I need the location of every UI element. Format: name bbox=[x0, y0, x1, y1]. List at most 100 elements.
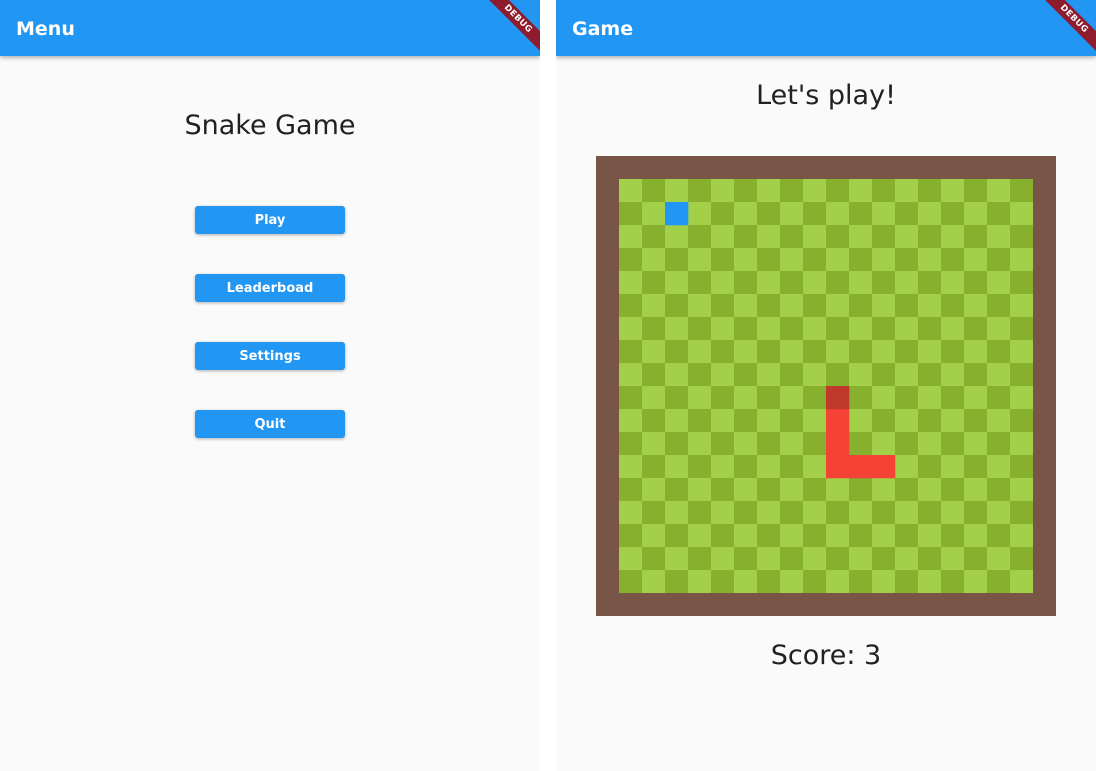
grass-tile bbox=[803, 202, 827, 226]
grass-tile bbox=[872, 432, 896, 456]
grass-tile bbox=[987, 570, 1011, 593]
grass-tile bbox=[964, 570, 988, 593]
grass-tile bbox=[964, 547, 988, 571]
grass-tile bbox=[826, 340, 850, 364]
snake-body-segment bbox=[826, 432, 850, 456]
grass-tile bbox=[619, 363, 643, 387]
grass-tile bbox=[665, 386, 689, 410]
grass-tile bbox=[688, 271, 712, 295]
grass-tile bbox=[918, 248, 942, 272]
grass-tile bbox=[1010, 409, 1033, 433]
grass-tile bbox=[711, 294, 735, 318]
grass-tile bbox=[1010, 432, 1033, 456]
grass-tile bbox=[918, 570, 942, 593]
grass-tile bbox=[826, 179, 850, 203]
grass-tile bbox=[688, 547, 712, 571]
grass-tile bbox=[619, 432, 643, 456]
grass-tile bbox=[803, 363, 827, 387]
grass-tile bbox=[665, 478, 689, 502]
grass-tile bbox=[619, 386, 643, 410]
quit-button[interactable]: Quit bbox=[195, 410, 345, 438]
grass-tile bbox=[757, 547, 781, 571]
grass-tile bbox=[918, 202, 942, 226]
grass-tile bbox=[757, 271, 781, 295]
grass-tile bbox=[642, 409, 666, 433]
grass-tile bbox=[803, 340, 827, 364]
grass-tile bbox=[711, 455, 735, 479]
play-button[interactable]: Play bbox=[195, 206, 345, 234]
grass-tile bbox=[688, 317, 712, 341]
grass-tile bbox=[711, 570, 735, 593]
grass-tile bbox=[665, 570, 689, 593]
grass-tile bbox=[642, 202, 666, 226]
grass-tile bbox=[964, 179, 988, 203]
grass-tile bbox=[780, 202, 804, 226]
grass-tile bbox=[964, 317, 988, 341]
grass-tile bbox=[711, 317, 735, 341]
grass-tile bbox=[1010, 202, 1033, 226]
grass-tile bbox=[918, 340, 942, 364]
score-label: Score: 3 bbox=[770, 640, 882, 671]
grass-tile bbox=[1010, 547, 1033, 571]
grass-tile bbox=[987, 340, 1011, 364]
grass-tile bbox=[895, 386, 919, 410]
grass-tile bbox=[872, 317, 896, 341]
grass-tile bbox=[642, 179, 666, 203]
grass-tile bbox=[711, 547, 735, 571]
grass-tile bbox=[941, 317, 965, 341]
grass-tile bbox=[1010, 179, 1033, 203]
grass-tile bbox=[665, 294, 689, 318]
grass-tile bbox=[849, 225, 873, 249]
grass-tile bbox=[619, 179, 643, 203]
grass-tile bbox=[688, 363, 712, 387]
grass-tile bbox=[619, 501, 643, 525]
grass-tile bbox=[964, 340, 988, 364]
grass-tile bbox=[757, 386, 781, 410]
grass-tile bbox=[826, 248, 850, 272]
grass-tile bbox=[964, 294, 988, 318]
grass-tile bbox=[941, 202, 965, 226]
settings-button[interactable]: Settings bbox=[195, 342, 345, 370]
grass-tile bbox=[987, 386, 1011, 410]
grass-tile bbox=[665, 248, 689, 272]
grass-tile bbox=[757, 570, 781, 593]
grass-tile bbox=[895, 501, 919, 525]
grass-tile bbox=[872, 478, 896, 502]
grass-tile bbox=[757, 478, 781, 502]
grass-tile bbox=[642, 570, 666, 593]
grass-tile bbox=[1010, 340, 1033, 364]
grass-tile bbox=[688, 501, 712, 525]
grass-tile bbox=[918, 547, 942, 571]
leaderboard-button[interactable]: Leaderboad bbox=[195, 274, 345, 302]
game-screen: Game DEBUG Let's play! Score: 3 bbox=[556, 0, 1096, 771]
grass-tile bbox=[734, 524, 758, 548]
grass-tile bbox=[642, 547, 666, 571]
grass-tile bbox=[826, 363, 850, 387]
grass-tile bbox=[642, 225, 666, 249]
menu-app-bar: Menu DEBUG bbox=[0, 0, 540, 58]
grass-tile bbox=[826, 202, 850, 226]
grass-tile bbox=[918, 271, 942, 295]
grass-tile bbox=[941, 386, 965, 410]
grass-tile bbox=[688, 386, 712, 410]
grass-tile bbox=[941, 524, 965, 548]
grass-tile bbox=[734, 547, 758, 571]
grass-tile bbox=[642, 386, 666, 410]
grass-tile bbox=[964, 409, 988, 433]
grass-tile bbox=[734, 432, 758, 456]
grass-tile bbox=[1010, 317, 1033, 341]
grass-tile bbox=[803, 524, 827, 548]
grass-tile bbox=[918, 317, 942, 341]
menu-app-bar-title: Menu bbox=[16, 18, 75, 40]
snake-body-segment bbox=[826, 455, 850, 479]
game-board[interactable] bbox=[619, 179, 1033, 593]
grass-tile bbox=[895, 432, 919, 456]
grass-tile bbox=[757, 248, 781, 272]
grass-tile bbox=[619, 524, 643, 548]
grass-tile bbox=[665, 363, 689, 387]
grass-tile bbox=[734, 248, 758, 272]
grass-tile bbox=[895, 294, 919, 318]
grass-tile bbox=[619, 340, 643, 364]
grass-tile bbox=[918, 386, 942, 410]
grass-tile bbox=[688, 409, 712, 433]
